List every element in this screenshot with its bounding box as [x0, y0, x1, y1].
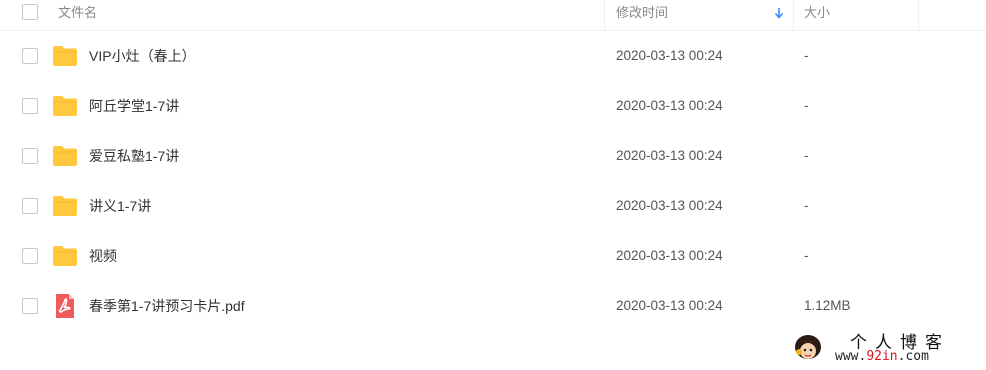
file-modified-date: 2020-03-13 00:24	[616, 298, 723, 313]
watermark-url-highlight: 92in	[866, 349, 898, 364]
file-row[interactable]: 爱豆私塾1-7讲 2020-03-13 00:24 -	[0, 131, 986, 181]
select-all-checkbox[interactable]	[22, 4, 38, 20]
row-checkbox[interactable]	[22, 248, 38, 264]
column-header-modified[interactable]: 修改时间	[616, 0, 668, 30]
row-checkbox[interactable]	[22, 148, 38, 164]
file-row[interactable]: 视频 2020-03-13 00:24 -	[0, 231, 986, 281]
row-checkbox[interactable]	[22, 98, 38, 114]
folder-icon	[52, 44, 78, 68]
file-size: -	[804, 48, 809, 63]
file-row[interactable]: 春季第1-7讲预习卡片.pdf 2020-03-13 00:24 1.12MB	[0, 281, 986, 331]
row-checkbox[interactable]	[22, 198, 38, 214]
file-name-link[interactable]: 视频	[89, 231, 117, 281]
file-row[interactable]: VIP小灶（春上） 2020-03-13 00:24 -	[0, 31, 986, 81]
watermark-url-prefix: www.	[835, 349, 867, 364]
file-size: 1.12MB	[804, 298, 851, 313]
watermark-url-suffix: .com	[897, 349, 929, 364]
pdf-file-icon	[52, 294, 78, 318]
row-checkbox[interactable]	[22, 48, 38, 64]
column-divider	[604, 0, 605, 30]
file-size: -	[804, 198, 809, 213]
blog-watermark: 个人博客 www.92in.com	[792, 328, 982, 368]
avatar-icon	[795, 335, 821, 359]
file-name-link[interactable]: 阿丘学堂1-7讲	[89, 81, 179, 131]
folder-icon	[52, 244, 78, 268]
file-row[interactable]: 讲义1-7讲 2020-03-13 00:24 -	[0, 181, 986, 231]
file-row[interactable]: 阿丘学堂1-7讲 2020-03-13 00:24 -	[0, 81, 986, 131]
watermark-url: www.92in.com	[835, 349, 929, 364]
file-list-header: 文件名 修改时间 大小	[0, 0, 986, 31]
folder-icon	[52, 194, 78, 218]
arrow-down-icon[interactable]	[772, 6, 786, 20]
file-size: -	[804, 148, 809, 163]
column-divider	[918, 0, 919, 30]
file-modified-date: 2020-03-13 00:24	[616, 148, 723, 163]
file-name-link[interactable]: VIP小灶（春上）	[89, 31, 196, 81]
file-modified-date: 2020-03-13 00:24	[616, 248, 723, 263]
file-name-link[interactable]: 春季第1-7讲预习卡片.pdf	[89, 281, 245, 331]
file-modified-date: 2020-03-13 00:24	[616, 198, 723, 213]
column-divider	[793, 0, 794, 30]
folder-icon	[52, 144, 78, 168]
row-checkbox[interactable]	[22, 298, 38, 314]
file-size: -	[804, 98, 809, 113]
file-name-link[interactable]: 爱豆私塾1-7讲	[89, 131, 179, 181]
file-name-link[interactable]: 讲义1-7讲	[89, 181, 151, 231]
file-modified-date: 2020-03-13 00:24	[616, 98, 723, 113]
folder-icon	[52, 94, 78, 118]
file-size: -	[804, 248, 809, 263]
column-header-name[interactable]: 文件名	[58, 0, 97, 30]
file-modified-date: 2020-03-13 00:24	[616, 48, 723, 63]
column-header-size[interactable]: 大小	[804, 0, 830, 30]
